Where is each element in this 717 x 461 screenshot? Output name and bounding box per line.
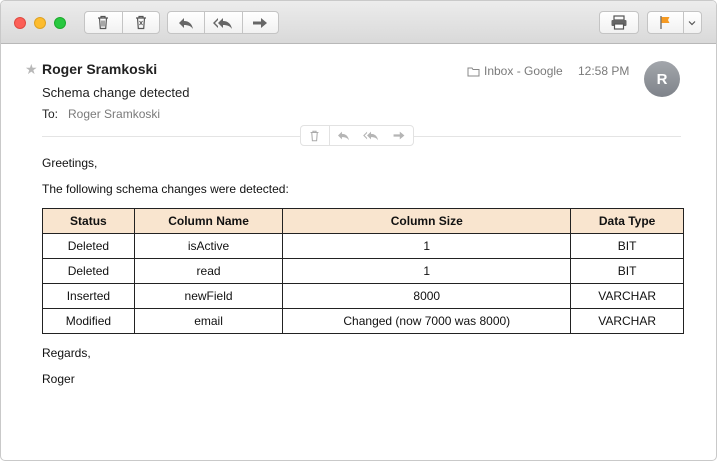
reply-icon [177, 16, 195, 30]
reply-icon [336, 130, 351, 141]
table-cell: Deleted [42, 258, 135, 284]
toolbar [1, 1, 716, 44]
table-cell: VARCHAR [570, 308, 684, 334]
mail-window: ★ Roger Sramkoski Schema change detected… [0, 0, 717, 461]
reply-group [167, 11, 279, 34]
table-cell: read [133, 258, 284, 284]
zoom-window-button[interactable] [54, 17, 66, 29]
printer-icon [610, 15, 628, 30]
delete-button[interactable] [85, 12, 123, 33]
chevron-down-icon [688, 20, 696, 26]
table-row: Deleted isActive 1 BIT [42, 233, 684, 259]
table-cell: email [133, 308, 284, 334]
column-header: Column Size [282, 208, 572, 234]
table-cell: 8000 [282, 283, 572, 309]
signature-text: Roger [42, 372, 75, 386]
column-header: Status [42, 208, 135, 234]
delete-junk-group [84, 11, 160, 34]
to-label: To: [42, 107, 59, 121]
subject-line: Schema change detected [42, 85, 190, 100]
table-cell: BIT [570, 258, 684, 284]
greeting-text: Greetings, [42, 156, 98, 170]
reply-all-button[interactable] [205, 12, 243, 33]
sender-name[interactable]: Roger Sramkoski [42, 61, 157, 77]
table-cell: VARCHAR [570, 283, 684, 309]
junk-icon [134, 15, 148, 30]
table-cell: Modified [42, 308, 135, 334]
mailbox-indicator[interactable]: Inbox - Google [467, 64, 563, 78]
message-time: 12:58 PM [578, 64, 630, 78]
flag-button[interactable] [648, 12, 684, 33]
trash-icon [96, 15, 110, 30]
minimize-window-button[interactable] [34, 17, 46, 29]
inline-delete-button[interactable] [301, 126, 330, 145]
inline-reply-button[interactable] [330, 126, 358, 145]
table-cell: Changed (now 7000 was 8000) [282, 308, 572, 334]
forward-arrow-icon [392, 130, 406, 141]
flag-icon [658, 15, 672, 30]
table-header-row: Status Column Name Column Size Data Type [42, 208, 684, 234]
inline-actions [300, 125, 414, 146]
table-cell: Inserted [42, 283, 135, 309]
print-button[interactable] [599, 11, 639, 34]
table-cell: isActive [133, 233, 284, 259]
avatar: R [644, 61, 680, 97]
trash-icon [309, 130, 320, 142]
forward-arrow-icon [251, 16, 269, 30]
closing-text: Regards, [42, 346, 91, 360]
table-cell: newField [133, 283, 284, 309]
folder-icon [467, 66, 480, 77]
intro-text: The following schema changes were detect… [42, 182, 289, 196]
table-row: Modified email Changed (now 7000 was 800… [42, 308, 684, 334]
column-header: Column Name [133, 208, 284, 234]
reply-all-icon [212, 16, 234, 30]
table-row: Inserted newField 8000 VARCHAR [42, 283, 684, 309]
schema-changes-table: Status Column Name Column Size Data Type… [42, 208, 684, 334]
column-header: Data Type [570, 208, 684, 234]
flag-group [647, 11, 702, 34]
table-row: Deleted read 1 BIT [42, 258, 684, 284]
inline-reply-all-button[interactable] [358, 126, 386, 145]
recipient-name[interactable]: Roger Sramkoski [68, 107, 160, 121]
table-cell: Deleted [42, 233, 135, 259]
inline-forward-button[interactable] [385, 126, 413, 145]
table-cell: 1 [282, 233, 572, 259]
mailbox-name: Inbox - Google [484, 64, 563, 78]
reply-button[interactable] [168, 12, 206, 33]
reply-all-icon [362, 130, 380, 141]
star-icon[interactable]: ★ [25, 61, 38, 78]
junk-button[interactable] [123, 12, 159, 33]
flag-menu-button[interactable] [684, 12, 701, 33]
forward-button[interactable] [243, 12, 278, 33]
table-cell: 1 [282, 258, 572, 284]
close-window-button[interactable] [14, 17, 26, 29]
table-cell: BIT [570, 233, 684, 259]
